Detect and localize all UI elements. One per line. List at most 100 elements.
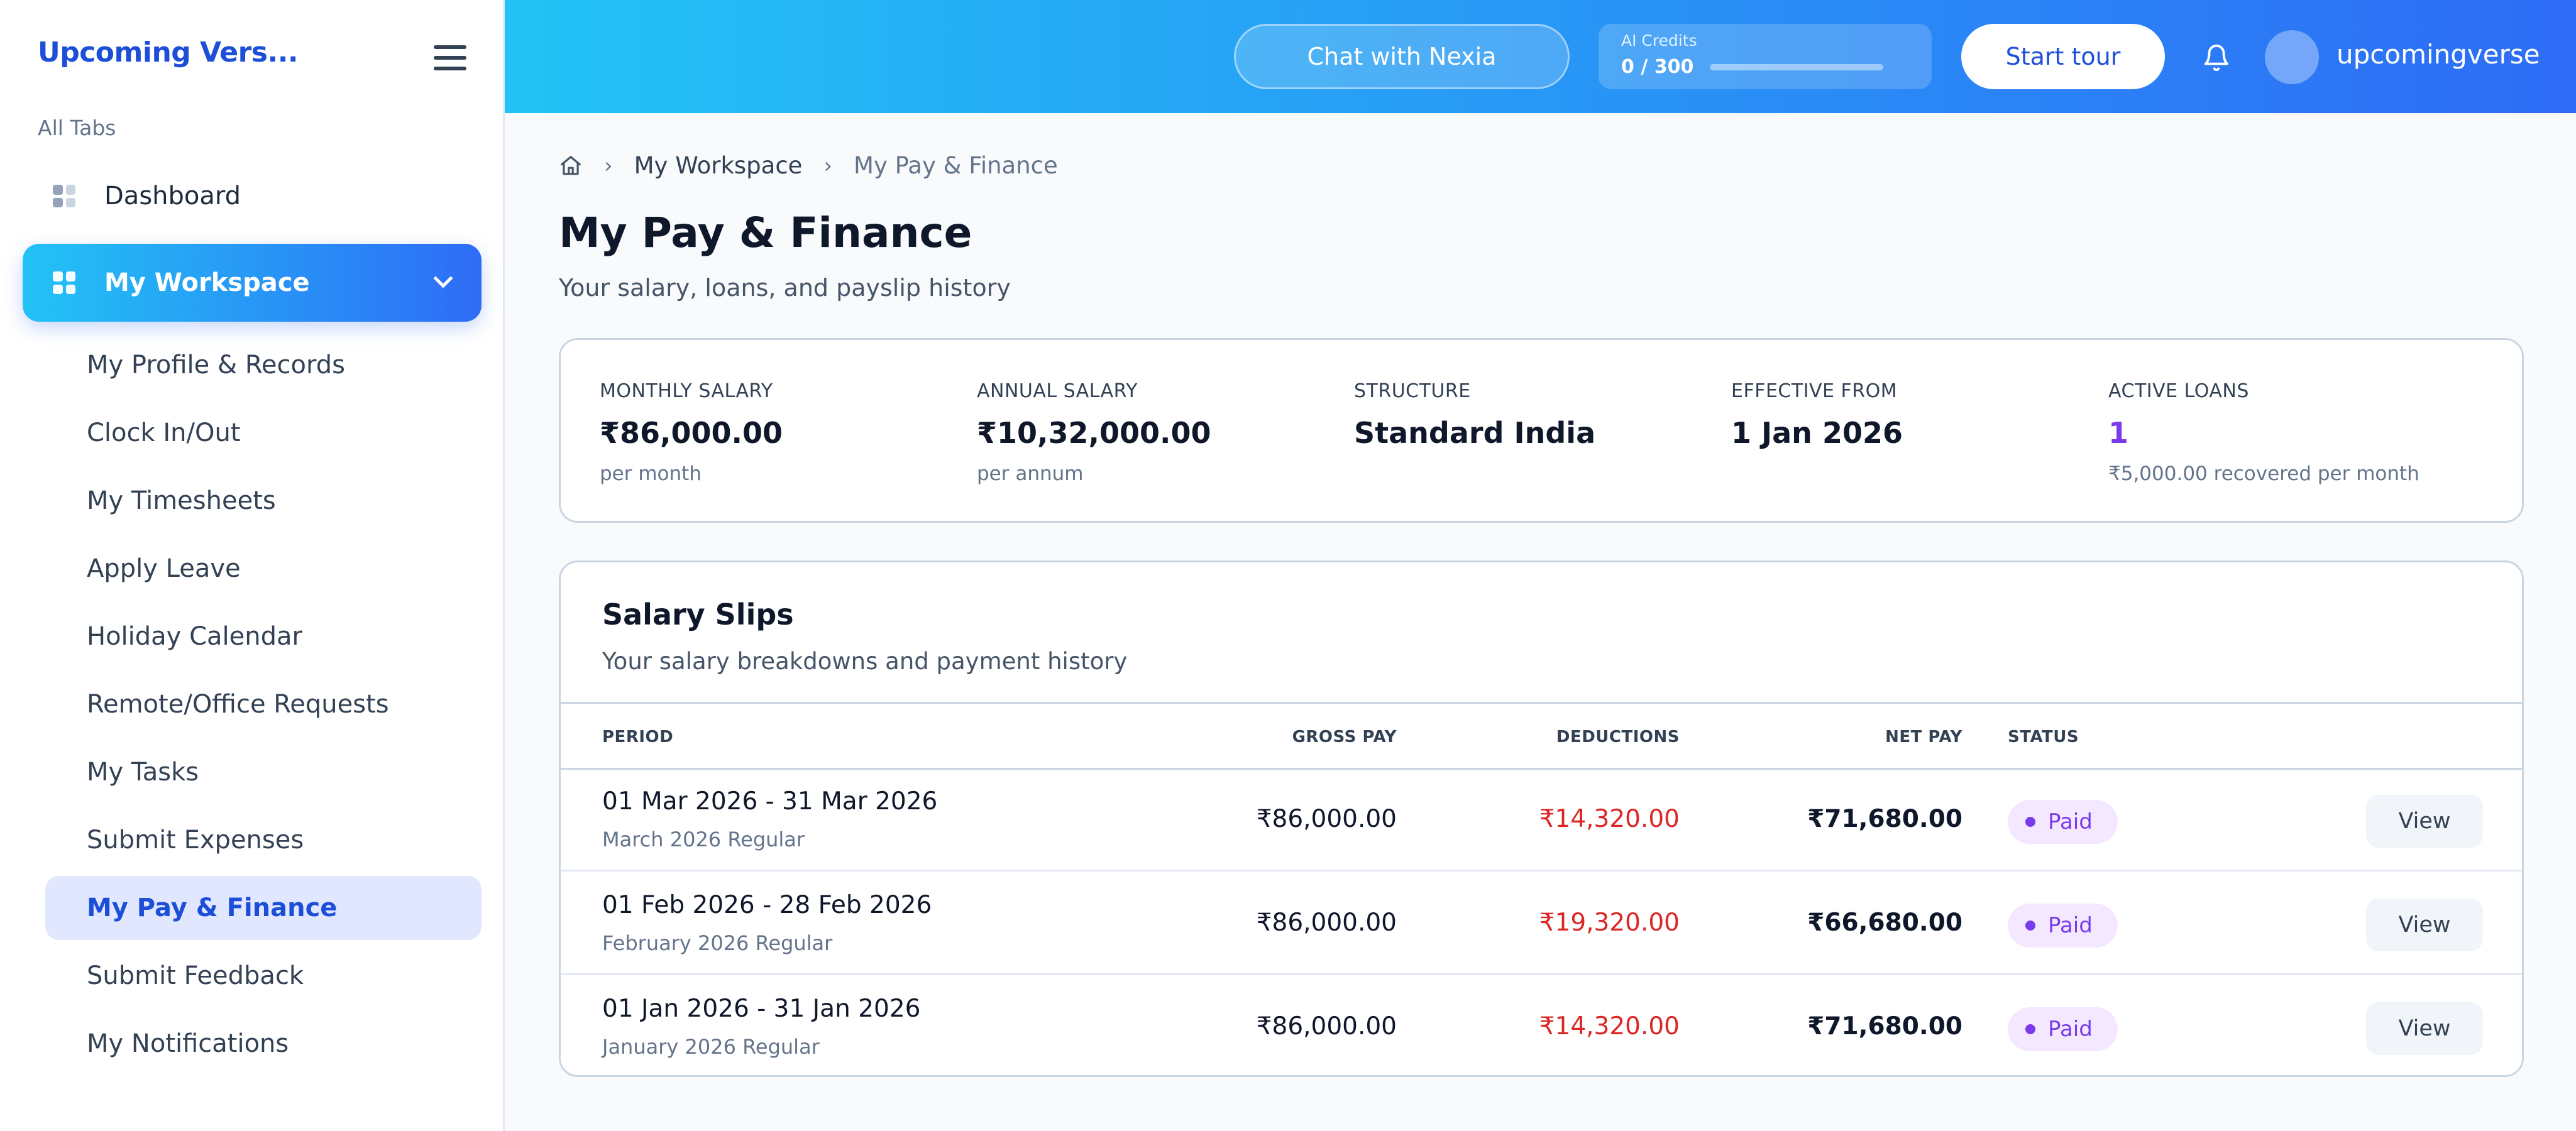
breadcrumb-workspace[interactable]: My Workspace	[634, 152, 803, 179]
stat-label: ANNUAL SALARY	[977, 380, 1138, 402]
app-root: Upcoming Vers... All Tabs Dashboard My W…	[0, 0, 2576, 1131]
period-range: 01 Mar 2026 - 31 Mar 2026	[602, 787, 938, 816]
deductions-cell: ₹14,320.00	[1539, 1012, 1680, 1041]
status-badge: Paid	[2008, 1007, 2118, 1051]
period-range: 01 Feb 2026 - 28 Feb 2026	[602, 891, 932, 919]
stat-value[interactable]: 1	[2108, 416, 2419, 450]
sidebar-subitem[interactable]: My Notifications	[45, 1012, 482, 1076]
topbar: Chat with Nexia AI Credits 0 / 300 Start…	[505, 0, 2576, 113]
status-label: Paid	[2048, 1017, 2093, 1042]
brand-name[interactable]: Upcoming Vers...	[38, 36, 299, 68]
deductions-cell: ₹19,320.00	[1539, 909, 1680, 937]
sidebar-subitem[interactable]: My Tasks	[45, 740, 482, 804]
sidebar-subitem[interactable]: Holiday Calendar	[45, 604, 482, 669]
table-row: 01 Mar 2026 - 31 Mar 2026 March 2026 Regu…	[561, 770, 2522, 871]
salary-slips-title: Salary Slips	[602, 598, 794, 631]
ai-credits-label: AI Credits	[1621, 31, 1697, 50]
net-pay-cell: ₹71,680.00	[1807, 1012, 1962, 1041]
view-slip-button[interactable]: View	[2366, 1002, 2483, 1055]
status-dot	[2025, 921, 2035, 931]
sidebar-subitem[interactable]: Remote/Office Requests	[45, 672, 482, 736]
column-header-net-pay: NET PAY	[1885, 728, 1962, 746]
sidebar-item-my-workspace[interactable]: My Workspace	[23, 244, 482, 322]
breadcrumb: › My Workspace › My Pay & Finance	[559, 152, 1058, 179]
column-header-status: STATUS	[2008, 728, 2079, 746]
grid-icon	[53, 271, 75, 294]
sidebar-item-label: Dashboard	[104, 182, 241, 210]
sidebar-subitem[interactable]: Submit Feedback	[45, 944, 482, 1008]
view-slip-button[interactable]: View	[2366, 899, 2483, 951]
net-pay-cell: ₹71,680.00	[1807, 805, 1962, 833]
salary-slips-card: Salary Slips Your salary breakdowns and …	[559, 560, 2524, 1077]
menu-icon[interactable]	[434, 45, 466, 70]
status-label: Paid	[2048, 913, 2093, 938]
avatar[interactable]	[2265, 30, 2319, 84]
status-badge: Paid	[2008, 904, 2118, 948]
gross-pay-cell: ₹86,000.00	[1256, 1012, 1397, 1041]
period-label: March 2026 Regular	[602, 828, 805, 851]
chat-with-nexia-button[interactable]: Chat with Nexia	[1234, 24, 1570, 89]
stat-value: ₹86,000.00	[600, 416, 783, 450]
sidebar-subitem[interactable]: Apply Leave	[45, 537, 482, 601]
status-dot	[2025, 1024, 2035, 1034]
stat-label: ACTIVE LOANS	[2108, 380, 2249, 402]
sidebar-subitem[interactable]: My Pay & Finance	[45, 876, 482, 940]
salary-summary-card: MONTHLY SALARY ₹86,000.00 per month ANNU…	[559, 338, 2524, 523]
stat-value: Standard India	[1354, 416, 1596, 450]
sidebar-subitem[interactable]: Clock In/Out	[45, 401, 482, 465]
structure-stat: STRUCTURE Standard India	[1354, 380, 1595, 450]
table-row: 01 Feb 2026 - 28 Feb 2026 February 2026 R…	[561, 873, 2522, 975]
ai-credits-widget: AI Credits 0 / 300	[1599, 24, 1932, 89]
sidebar-item-label: My Workspace	[104, 268, 310, 297]
sidebar-item-dashboard[interactable]: Dashboard	[23, 157, 482, 235]
start-tour-button[interactable]: Start tour	[1961, 24, 2165, 89]
monthly-salary-stat: MONTHLY SALARY ₹86,000.00 per month	[600, 380, 783, 485]
gross-pay-cell: ₹86,000.00	[1256, 805, 1397, 833]
home-icon[interactable]	[559, 154, 583, 178]
sidebar-subitem[interactable]: Submit Expenses	[45, 808, 482, 872]
stat-sub: ₹5,000.00 recovered per month	[2108, 462, 2419, 485]
stat-label: STRUCTURE	[1354, 380, 1471, 402]
salary-slips-header: Salary Slips Your salary breakdowns and …	[602, 598, 1127, 675]
period-label: February 2026 Regular	[602, 931, 833, 955]
grid-icon	[53, 185, 75, 207]
status-dot	[2025, 817, 2035, 827]
stat-sub: per annum	[977, 462, 1084, 485]
sidebar: Upcoming Vers... All Tabs Dashboard My W…	[0, 0, 505, 1131]
chevron-down-icon[interactable]	[433, 268, 453, 288]
stat-value: 1 Jan 2026	[1731, 416, 1903, 450]
username[interactable]: upcomingverse	[2337, 39, 2540, 70]
period-range: 01 Jan 2026 - 31 Jan 2026	[602, 995, 921, 1023]
deductions-cell: ₹14,320.00	[1539, 805, 1680, 833]
effective-from-stat: EFFECTIVE FROM 1 Jan 2026	[1731, 380, 1903, 450]
period-label: January 2026 Regular	[602, 1035, 820, 1059]
table-header: PERIOD GROSS PAY DEDUCTIONS NET PAY STAT…	[561, 702, 2522, 770]
ai-credits-progress	[1710, 63, 1884, 70]
column-header-period: PERIOD	[602, 728, 674, 746]
salary-slips-description: Your salary breakdowns and payment histo…	[602, 648, 1128, 675]
stat-label: MONTHLY SALARY	[600, 380, 773, 402]
column-header-deductions: DEDUCTIONS	[1556, 728, 1680, 746]
chevron-right-icon: ›	[823, 153, 833, 178]
stat-value: ₹10,32,000.00	[977, 416, 1211, 450]
sidebar-subitem[interactable]: My Timesheets	[45, 469, 482, 533]
status-label: Paid	[2048, 809, 2093, 834]
page-title: My Pay & Finance	[559, 209, 972, 257]
main-content: › My Workspace › My Pay & Finance My Pay…	[505, 113, 2576, 1131]
page-subtitle: Your salary, loans, and payslip history	[559, 274, 1011, 302]
net-pay-cell: ₹66,680.00	[1807, 909, 1962, 937]
workspace-subnav: My Profile & Records Clock In/Out My Times…	[45, 333, 482, 1079]
bell-icon[interactable]	[2202, 43, 2231, 73]
chevron-right-icon: ›	[604, 153, 613, 178]
view-slip-button[interactable]: View	[2366, 795, 2483, 848]
status-badge: Paid	[2008, 800, 2118, 844]
column-header-gross-pay: GROSS PAY	[1292, 728, 1397, 746]
sidebar-subitem[interactable]: My Profile & Records	[45, 333, 482, 397]
gross-pay-cell: ₹86,000.00	[1256, 909, 1397, 937]
section-label: All Tabs	[38, 116, 116, 140]
stat-sub: per month	[600, 462, 702, 485]
active-loans-stat: ACTIVE LOANS 1 ₹5,000.00 recovered per m…	[2108, 380, 2419, 485]
table-row: 01 Jan 2026 - 31 Jan 2026 January 2026 Re…	[561, 977, 2522, 1075]
stat-label: EFFECTIVE FROM	[1731, 380, 1898, 402]
breadcrumb-current: My Pay & Finance	[854, 152, 1058, 179]
